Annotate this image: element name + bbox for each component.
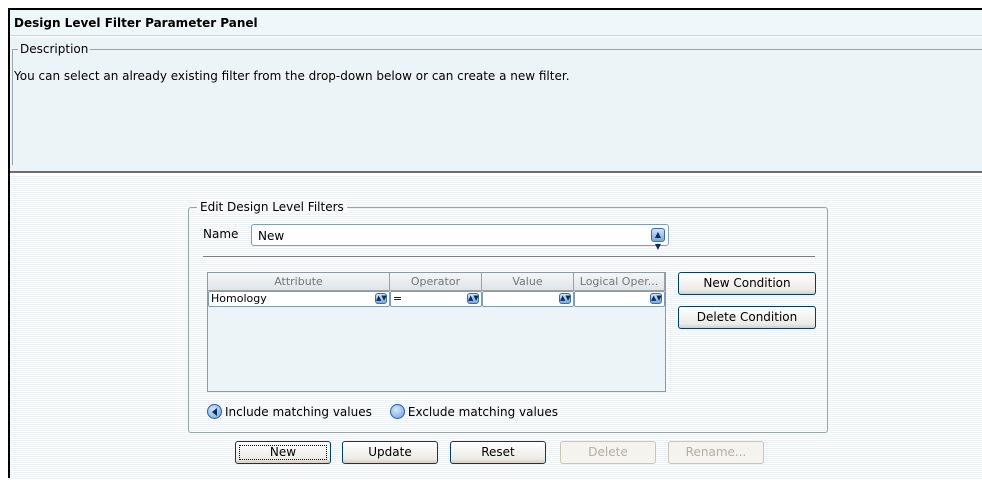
edit-filters-group: Edit Design Level Filters Name New ▲ ▼ At… — [188, 200, 828, 433]
new-button[interactable]: New — [235, 441, 331, 464]
name-label: Name — [203, 227, 239, 241]
attribute-value: Homology — [211, 292, 267, 305]
logical-operator-dropdown-icon[interactable]: ▲▼ — [650, 293, 662, 304]
edit-filters-legend: Edit Design Level Filters — [197, 200, 347, 214]
include-matching-label[interactable]: Include matching values — [225, 405, 372, 419]
column-header-logical-operator[interactable]: Logical Oper... — [574, 273, 665, 291]
column-header-attribute[interactable]: Attribute — [208, 273, 390, 291]
operator-value: = — [393, 292, 403, 305]
operator-dropdown-icon[interactable]: ▲▼ — [467, 293, 479, 304]
description-text: You can select an already existing filte… — [14, 69, 570, 83]
focus-ring — [239, 445, 327, 460]
separator-line — [203, 256, 815, 258]
conditions-table-header: Attribute Operator Value Logical Oper... — [208, 273, 665, 291]
operator-cell[interactable]: = ▲▼ — [390, 291, 482, 307]
delete-condition-button[interactable]: Delete Condition — [678, 306, 816, 329]
update-button[interactable]: Update — [342, 441, 438, 464]
match-mode-radio-group: Include matching values Exclude matching… — [207, 404, 558, 419]
reset-button[interactable]: Reset — [450, 441, 546, 464]
description-area: Description You can select an already ex… — [10, 37, 982, 173]
panel-title: Design Level Filter Parameter Panel — [14, 16, 258, 30]
condition-row: Homology ▲▼ = ▲▼ ▲▼ ▲▼ — [208, 291, 665, 307]
dropdown-spinner-icon[interactable]: ▲ ▼ — [651, 228, 665, 251]
attribute-dropdown-icon[interactable]: ▲▼ — [375, 293, 387, 304]
include-radio-icon[interactable] — [207, 404, 222, 419]
delete-button[interactable]: Delete — [560, 441, 656, 464]
filter-editor-area: Edit Design Level Filters Name New ▲ ▼ At… — [10, 175, 982, 480]
rename-button[interactable]: Rename... — [668, 441, 764, 464]
filter-name-dropdown[interactable]: New ▲ ▼ — [251, 224, 669, 251]
divider — [10, 171, 982, 173]
column-header-operator[interactable]: Operator — [390, 273, 482, 291]
value-dropdown-icon[interactable]: ▲▼ — [559, 293, 571, 304]
exclude-radio-icon[interactable] — [389, 404, 405, 419]
exclude-matching-label[interactable]: Exclude matching values — [408, 405, 558, 419]
new-condition-button[interactable]: New Condition — [678, 272, 816, 295]
value-cell[interactable]: ▲▼ — [482, 291, 574, 307]
attribute-cell[interactable]: Homology ▲▼ — [208, 291, 390, 307]
parameter-panel-frame: Design Level Filter Parameter Panel Desc… — [8, 8, 982, 480]
panel-title-bar: Design Level Filter Parameter Panel — [10, 10, 982, 36]
logical-operator-cell[interactable]: ▲▼ — [574, 291, 665, 307]
description-group — [12, 49, 982, 165]
column-header-value[interactable]: Value — [482, 273, 574, 291]
filter-name-value: New — [258, 229, 285, 243]
description-legend: Description — [18, 42, 91, 56]
conditions-table: Attribute Operator Value Logical Oper...… — [207, 272, 666, 392]
